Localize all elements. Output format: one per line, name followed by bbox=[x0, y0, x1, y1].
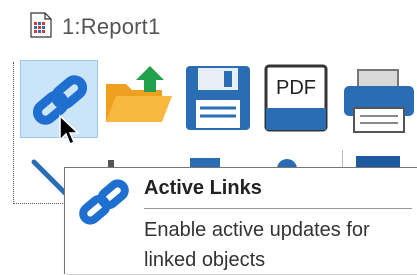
export-pdf-button[interactable]: PDF bbox=[260, 60, 338, 138]
tooltip-separator bbox=[144, 208, 412, 209]
title-bar: 1:Report1 bbox=[0, 0, 417, 56]
open-folder-button[interactable] bbox=[100, 60, 178, 138]
mouse-cursor-icon bbox=[59, 114, 80, 146]
pdf-label: PDF bbox=[276, 77, 316, 99]
report-document-icon bbox=[30, 12, 52, 38]
tooltip: Active Links Enable active updates for l… bbox=[64, 167, 417, 274]
folder-open-icon bbox=[106, 66, 172, 122]
print-button[interactable] bbox=[340, 60, 417, 138]
link-chain-icon bbox=[79, 179, 129, 225]
tooltip-description: Enable active updates for linked objects bbox=[144, 219, 370, 271]
floppy-disk-icon bbox=[186, 66, 250, 130]
tooltip-title: Active Links bbox=[144, 177, 262, 199]
window-title: 1:Report1 bbox=[62, 14, 161, 39]
printer-icon bbox=[344, 69, 414, 133]
save-button[interactable] bbox=[180, 60, 258, 138]
pdf-icon: PDF bbox=[264, 64, 328, 132]
